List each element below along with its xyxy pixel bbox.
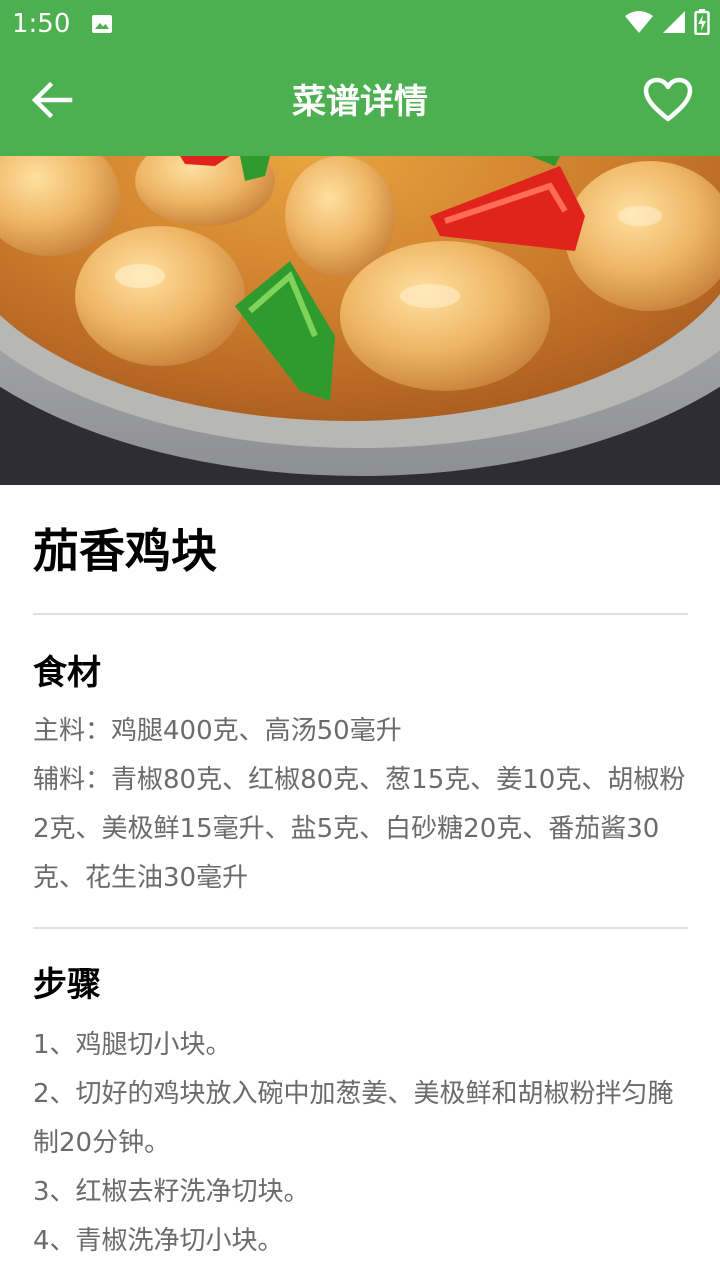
battery-charging-icon	[694, 9, 710, 39]
steps-title: 步骤	[33, 965, 101, 1005]
image-icon	[90, 12, 114, 36]
heart-outline-icon	[643, 77, 693, 127]
step-item: 3、红椒去籽洗净切块。	[33, 1177, 310, 1207]
ingredient-main: 主料：鸡腿400克、高汤50毫升	[33, 716, 402, 746]
recipe-detail: 茄香鸡块 食材 主料：鸡腿400克、高汤50毫升 辅料：青椒80克、红椒80克、…	[33, 485, 688, 1266]
wifi-icon	[624, 10, 654, 38]
ingredients-title: 食材	[33, 653, 101, 693]
divider	[33, 613, 688, 615]
dish-photo	[0, 156, 720, 485]
step-item: 2、切好的鸡块放入碗中加葱姜、美极鲜和胡椒粉拌匀腌制20分钟。	[33, 1079, 674, 1158]
arrow-left-icon	[30, 78, 74, 126]
status-bar: 1:50	[0, 0, 720, 48]
step-item: 1、鸡腿切小块。	[33, 1030, 232, 1060]
favorite-button[interactable]	[642, 76, 694, 128]
ingredients-list: 主料：鸡腿400克、高汤50毫升 辅料：青椒80克、红椒80克、葱15克、姜10…	[33, 707, 688, 903]
back-button[interactable]	[26, 76, 78, 128]
divider	[33, 927, 688, 929]
status-icons	[624, 9, 710, 39]
app-bar: 菜谱详情	[0, 48, 720, 156]
steps-list: 1、鸡腿切小块。 2、切好的鸡块放入碗中加葱姜、美极鲜和胡椒粉拌匀腌制20分钟。…	[33, 1021, 688, 1266]
signal-icon	[662, 10, 686, 38]
recipe-name: 茄香鸡块	[33, 524, 217, 578]
ingredient-secondary: 辅料：青椒80克、红椒80克、葱15克、姜10克、胡椒粉2克、美极鲜15毫升、盐…	[33, 765, 686, 893]
status-time: 1:50	[12, 9, 71, 39]
page-title: 菜谱详情	[292, 82, 428, 122]
step-item: 4、青椒洗净切小块。	[33, 1226, 284, 1256]
